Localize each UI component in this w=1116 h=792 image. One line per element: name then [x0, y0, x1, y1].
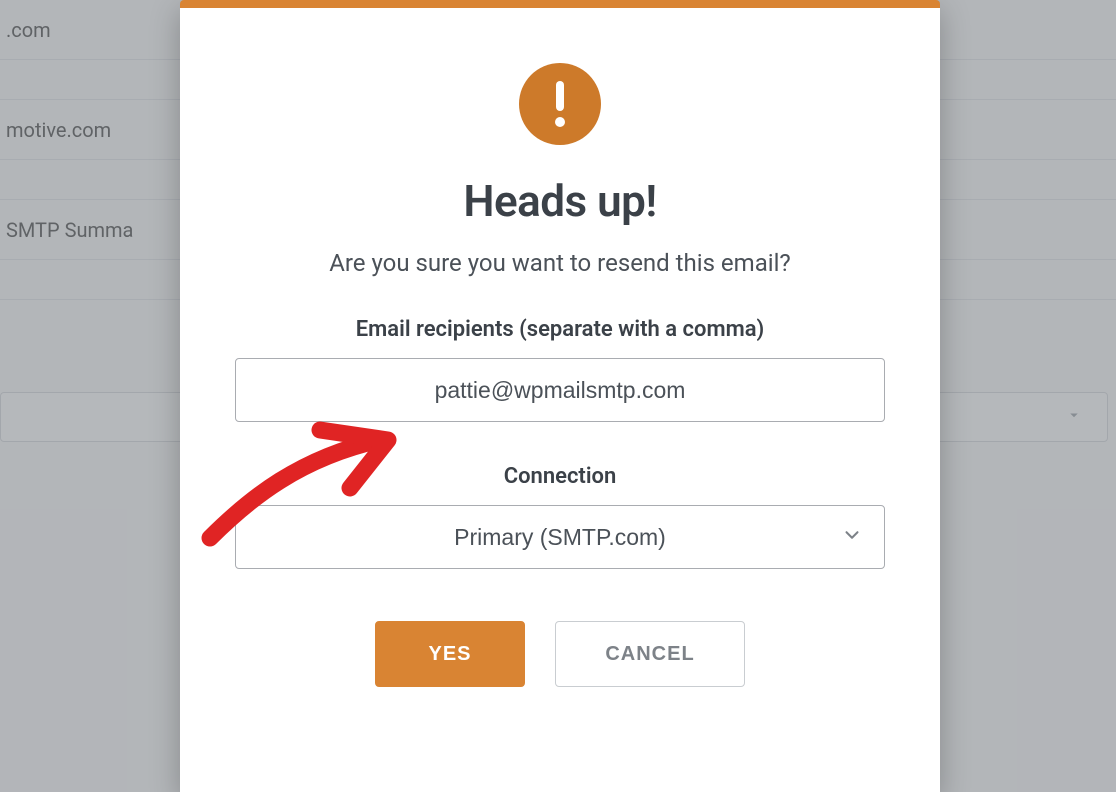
recipients-label: Email recipients (separate with a comma) — [356, 317, 764, 342]
connection-select[interactable]: Primary (SMTP.com) — [235, 505, 885, 569]
cancel-button[interactable]: CANCEL — [555, 621, 745, 687]
modal-button-row: YES CANCEL — [375, 621, 745, 687]
alert-icon — [519, 63, 601, 145]
recipients-input[interactable] — [235, 358, 885, 422]
cancel-button-label: CANCEL — [605, 643, 694, 666]
resend-confirm-modal: Heads up! Are you sure you want to resen… — [180, 0, 940, 792]
connection-select-wrap: Primary (SMTP.com) — [235, 505, 885, 569]
modal-title: Heads up! — [463, 175, 656, 227]
yes-button[interactable]: YES — [375, 621, 525, 687]
connection-label: Connection — [504, 464, 617, 489]
modal-subtitle: Are you sure you want to resend this ema… — [329, 249, 791, 277]
yes-button-label: YES — [428, 643, 471, 666]
